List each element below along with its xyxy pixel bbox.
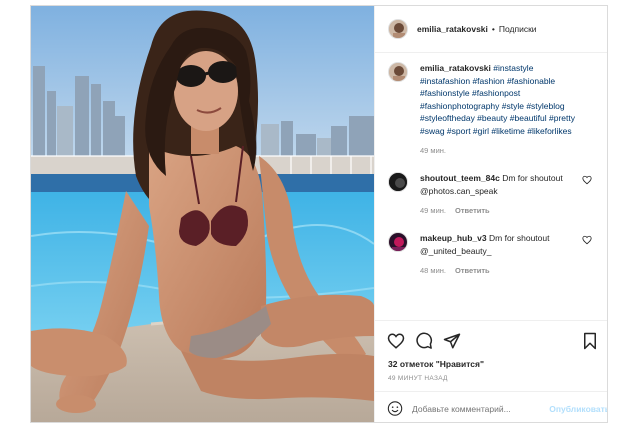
caption-username[interactable]: emilia_ratakovski — [420, 63, 491, 73]
comment-username[interactable]: shoutout_teem_84c — [420, 173, 500, 183]
post-header: emilia_ratakovski • Подписки — [375, 6, 607, 53]
heart-icon[interactable] — [387, 332, 405, 350]
bookmark-icon[interactable] — [581, 332, 599, 350]
caption: emilia_ratakovski #instastyle #instafash… — [375, 62, 607, 155]
caption-text: emilia_ratakovski #instastyle #instafash… — [420, 62, 584, 137]
author-username[interactable]: emilia_ratakovski — [417, 24, 488, 34]
separator-dot: • — [491, 24, 495, 34]
comment-text: shoutout_teem_84c Dm for shoutout @photo… — [420, 172, 584, 197]
share-icon[interactable] — [443, 332, 461, 350]
publish-button[interactable]: Опубликовать — [549, 404, 607, 414]
comment-time[interactable]: 48 мин. — [420, 266, 446, 275]
follow-button[interactable]: Подписки — [499, 24, 537, 34]
actions-section: 32 отметок "Нравится" 49 МИНУТ НАЗАД Опу… — [375, 320, 607, 422]
author-avatar[interactable] — [388, 19, 408, 39]
post-sidebar: emilia_ratakovski • Подписки emilia_rata… — [374, 6, 607, 422]
caption-hashtags[interactable]: #instastyle #instafashion #fashion #fash… — [420, 63, 575, 136]
comment-avatar[interactable] — [388, 232, 408, 252]
comment-item: makeup_hub_v3 Dm for shoutout @_united_b… — [375, 232, 607, 275]
caption-avatar[interactable] — [388, 62, 408, 82]
small-heart-icon[interactable] — [582, 175, 592, 185]
comment-item: shoutout_teem_84c Dm for shoutout @photo… — [375, 172, 607, 215]
comments-list: emilia_ratakovski #instastyle #instafash… — [375, 62, 607, 320]
reply-button[interactable]: Ответить — [455, 266, 490, 275]
comment-time[interactable]: 49 мин. — [420, 206, 446, 215]
comment-meta: 48 мин. Ответить — [420, 266, 584, 275]
comment-icon[interactable] — [415, 332, 433, 350]
post-card: 3 — [30, 5, 608, 423]
comment-avatar[interactable] — [388, 172, 408, 192]
small-heart-icon[interactable] — [582, 235, 592, 245]
comment-text: makeup_hub_v3 Dm for shoutout @_united_b… — [420, 232, 584, 257]
post-photo[interactable]: 3 — [31, 6, 374, 422]
add-comment-bar: Опубликовать — [375, 391, 607, 422]
caption-meta: 49 мин. — [420, 146, 584, 155]
post-timestamp[interactable]: 49 МИНУТ НАЗАД — [388, 375, 448, 382]
comment-username[interactable]: makeup_hub_v3 — [420, 233, 487, 243]
add-comment-input[interactable] — [412, 403, 542, 414]
reply-button[interactable]: Ответить — [455, 206, 490, 215]
emoji-icon[interactable] — [387, 400, 403, 417]
comment-meta: 49 мин. Ответить — [420, 206, 584, 215]
likes-count[interactable]: 32 отметок "Нравится" — [388, 359, 484, 369]
caption-time[interactable]: 49 мин. — [420, 146, 446, 155]
